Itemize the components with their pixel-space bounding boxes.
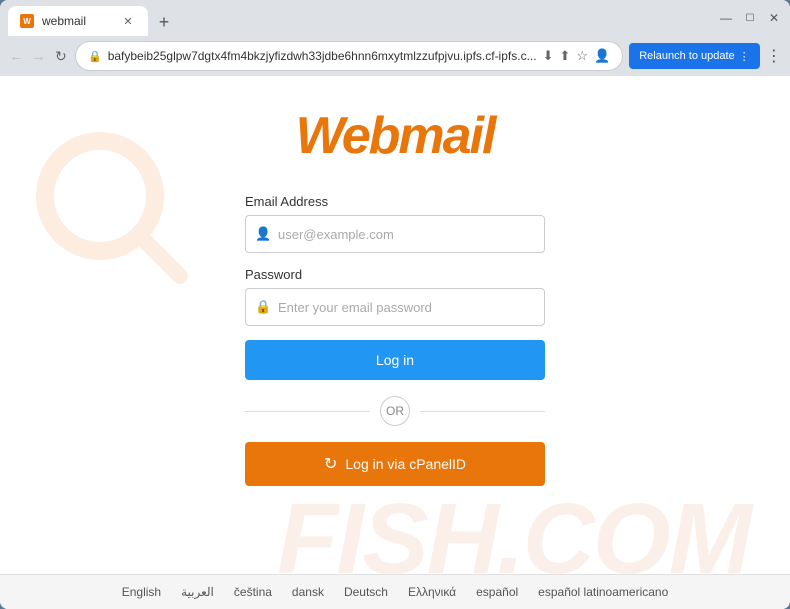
cpanel-login-button[interactable]: ↻ Log in via cPanelID [245, 442, 545, 486]
profile-icon[interactable]: 👤 [594, 48, 610, 64]
tab-close-button[interactable]: ✕ [120, 13, 136, 29]
new-tab-button[interactable]: + [150, 8, 178, 36]
close-window-button[interactable]: ✕ [766, 10, 782, 26]
relaunch-menu-icon: ⋮ [739, 50, 750, 63]
lang-english[interactable]: English [122, 585, 161, 599]
or-text: OR [380, 396, 410, 426]
lang-spanish[interactable]: español [476, 585, 518, 599]
minimize-button[interactable]: — [718, 10, 734, 26]
download-icon[interactable]: ⬇ [543, 48, 554, 64]
title-bar: W webmail ✕ + — ☐ ✕ [0, 0, 790, 36]
back-button[interactable]: ← [8, 42, 24, 70]
page-content: FISH.COM Webmail Email Address 👤 Passwor [0, 76, 790, 609]
email-input-wrapper: 👤 [245, 215, 545, 253]
language-bar: English العربية čeština dansk Deutsch Ελ… [0, 574, 790, 609]
login-form: Email Address 👤 Password 🔒 Log in [245, 194, 545, 486]
bookmark-icon[interactable]: ☆ [576, 48, 588, 64]
password-group: Password 🔒 [245, 267, 545, 326]
tab-title: webmail [42, 14, 86, 28]
tab-strip: W webmail ✕ + [8, 0, 706, 36]
lang-greek[interactable]: Ελληνικά [408, 585, 456, 599]
address-text: bafybeib25glpw7dgtx4fm4bkzjyfizdwh33jdbe… [108, 49, 537, 63]
window-controls: — ☐ ✕ [718, 10, 782, 26]
password-input[interactable] [245, 288, 545, 326]
lang-arabic[interactable]: العربية [181, 585, 214, 599]
reload-button[interactable]: ↻ [53, 42, 69, 70]
password-label: Password [245, 267, 545, 282]
nav-bar: ← → ↻ 🔒 bafybeib25glpw7dgtx4fm4bkzjyfizd… [0, 36, 790, 76]
divider-left [245, 411, 370, 412]
address-icons: ⬇ ⬆ ☆ 👤 [543, 48, 611, 64]
email-group: Email Address 👤 [245, 194, 545, 253]
address-bar[interactable]: 🔒 bafybeib25glpw7dgtx4fm4bkzjyfizdwh33jd… [75, 41, 623, 71]
relaunch-button[interactable]: Relaunch to update ⋮ [629, 43, 759, 69]
divider-right [420, 411, 545, 412]
active-tab[interactable]: W webmail ✕ [8, 6, 148, 36]
password-input-wrapper: 🔒 [245, 288, 545, 326]
lang-spanish-latin[interactable]: español latinoamericano [538, 585, 668, 599]
maximize-button[interactable]: ☐ [742, 10, 758, 26]
lang-german[interactable]: Deutsch [344, 585, 388, 599]
webmail-logo: Webmail [296, 106, 495, 166]
lang-danish[interactable]: dansk [292, 585, 324, 599]
share-icon[interactable]: ⬆ [559, 48, 570, 64]
email-label: Email Address [245, 194, 545, 209]
lock-icon: 🔒 [88, 50, 102, 63]
email-input[interactable] [245, 215, 545, 253]
cpanel-label: Log in via cPanelID [345, 456, 466, 472]
forward-button[interactable]: → [30, 42, 46, 70]
login-container: Webmail Email Address 👤 Password 🔒 [0, 76, 790, 574]
relaunch-label: Relaunch to update [639, 50, 734, 62]
lang-czech[interactable]: čeština [234, 585, 272, 599]
login-button[interactable]: Log in [245, 340, 545, 380]
login-label: Log in [376, 352, 414, 368]
or-divider: OR [245, 396, 545, 426]
cpanel-icon: ↻ [324, 454, 337, 474]
browser-window: W webmail ✕ + — ☐ ✕ ← → ↻ 🔒 bafybeib25gl… [0, 0, 790, 609]
browser-menu-button[interactable]: ⋮ [766, 42, 782, 70]
tab-favicon: W [20, 14, 34, 28]
